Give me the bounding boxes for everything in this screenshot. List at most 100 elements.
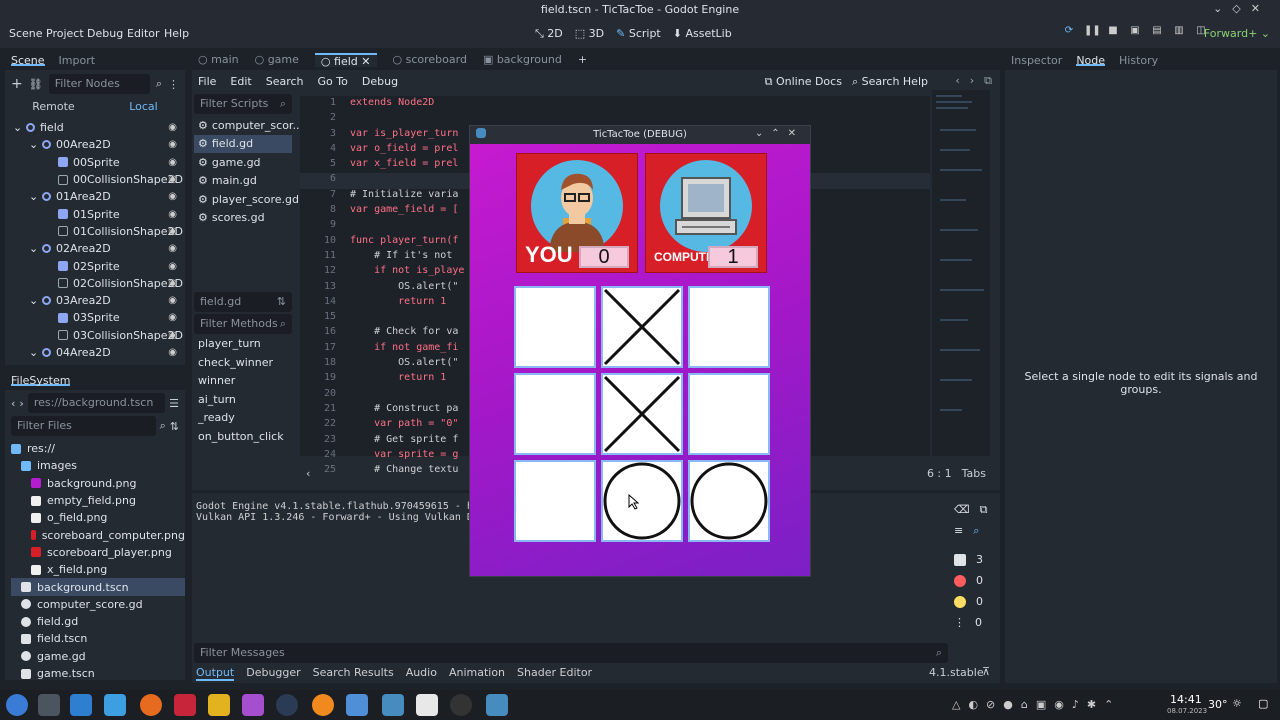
visibility-icon[interactable]: ◉ <box>168 330 177 341</box>
link-icon[interactable]: ⛓ <box>29 78 43 91</box>
scene-tree-item[interactable]: 02CollisionShape2D ◉ <box>5 275 185 292</box>
visibility-icon[interactable]: ◉ <box>168 209 177 220</box>
filter-nodes-input[interactable]: Filter Nodes <box>48 74 150 94</box>
visibility-icon[interactable]: ◉ <box>168 226 177 237</box>
filter-warnings-toggle[interactable]: 0 <box>954 591 994 612</box>
bottom-tab[interactable]: Search Results <box>313 666 394 681</box>
filter-messages-input[interactable]: Filter Messages <box>200 646 285 660</box>
tab-node[interactable]: Node <box>1076 54 1106 67</box>
menu-scene[interactable]: Scene <box>9 27 43 40</box>
mode-3d[interactable]: ⬚ 3D <box>575 27 604 41</box>
scene-tree-item[interactable]: 03Sprite ◉ <box>5 309 185 326</box>
sort-icon[interactable]: ⇅ <box>277 295 286 309</box>
tab-inspector[interactable]: Inspector <box>1011 54 1062 67</box>
scene-tree-item[interactable]: 00CollisionShape2D ◉ <box>5 171 185 188</box>
add-tab-icon[interactable]: + <box>578 53 587 67</box>
bottom-tab[interactable]: Output <box>196 666 235 681</box>
filter-messages-toggle[interactable]: 3 <box>954 549 994 570</box>
visibility-icon[interactable]: ◉ <box>168 122 177 133</box>
chevron-down-icon[interactable]: ⌄ <box>29 294 38 307</box>
method-item[interactable]: on_button_click <box>194 430 292 449</box>
firefox-icon[interactable] <box>140 694 162 716</box>
menu-help[interactable]: Help <box>164 27 189 40</box>
script-item[interactable]: ⚙ player_score.gd <box>194 190 299 209</box>
blender-icon[interactable] <box>312 694 334 716</box>
document-icon[interactable] <box>416 694 438 716</box>
scene-tree-item[interactable]: 01Sprite ◉ <box>5 205 185 222</box>
visibility-icon[interactable]: ◉ <box>168 278 177 289</box>
scene-tree-item[interactable]: ⌄ 01Area2D ◉ <box>5 188 185 205</box>
editor-tab-game[interactable]: ○ game <box>255 53 299 67</box>
shield-icon[interactable] <box>346 694 368 716</box>
chevron-down-icon[interactable]: ⌄ <box>29 138 38 151</box>
script-item[interactable]: ⚙ field.gd <box>194 134 292 153</box>
scene-tree-item[interactable]: 01CollisionShape2D ◉ <box>5 223 185 240</box>
visibility-icon[interactable]: ◉ <box>168 139 177 150</box>
file-item[interactable]: scoreboard_computer.png <box>11 526 185 543</box>
scene-tree-item[interactable]: ⌄ 04Area2D ◉ <box>5 344 185 361</box>
script-item[interactable]: ⚙ game.gd <box>194 153 292 172</box>
script-menu-item[interactable]: Search <box>266 75 304 88</box>
bottom-tab[interactable]: Shader Editor <box>517 666 592 681</box>
bottom-tab[interactable]: Animation <box>449 666 505 681</box>
collapse-icon[interactable]: ≡ <box>954 524 963 537</box>
editor-tab-field[interactable]: ○ field ✕ <box>314 53 377 68</box>
store-icon[interactable] <box>70 694 92 716</box>
visibility-icon[interactable]: ◉ <box>168 261 177 272</box>
sort-icon[interactable]: ⇅ <box>170 420 179 433</box>
search-icon[interactable]: ⌕ <box>973 524 979 538</box>
menu-editor[interactable]: Editor <box>127 27 160 40</box>
filter-scripts-input[interactable]: Filter Scripts <box>200 97 268 111</box>
sun-icon[interactable]: ☼ <box>1232 697 1242 710</box>
editor-tab-main[interactable]: ○ main <box>198 53 239 67</box>
tab-history[interactable]: History <box>1119 54 1158 67</box>
chevron-down-icon[interactable]: ⌄ <box>29 346 38 359</box>
board-cell[interactable] <box>514 460 596 542</box>
menu-dots-icon[interactable]: ⋮ <box>168 78 179 91</box>
game-window-controls[interactable]: ⌄⌃✕ <box>755 128 804 139</box>
script-item[interactable]: ⚙ main.gd <box>194 172 292 191</box>
app-icon[interactable] <box>174 694 196 716</box>
file-item[interactable]: game.tscn <box>11 665 185 682</box>
float-icon[interactable]: ⧉ <box>984 74 992 88</box>
menu-project[interactable]: Project <box>46 27 84 40</box>
window-controls[interactable]: ⌄◇✕ <box>1213 2 1270 15</box>
filter-files-input[interactable]: Filter Files <box>11 416 156 436</box>
file-item[interactable]: computer_score.gd <box>11 596 185 613</box>
local-tab[interactable]: Local <box>129 100 158 113</box>
path-field[interactable]: res://background.tscn <box>27 393 166 413</box>
mode-script[interactable]: ✎ Script <box>616 27 661 41</box>
play-custom-icon[interactable]: ▥ <box>1172 25 1186 39</box>
search-help-link[interactable]: ⌕ Search Help <box>852 75 928 89</box>
script-menu-item[interactable]: Edit <box>230 75 251 88</box>
scene-tree-item[interactable]: 03CollisionShape2D ◉ <box>5 327 185 344</box>
layers-icon[interactable] <box>208 694 230 716</box>
editor-tab-background[interactable]: ▣ background <box>483 53 562 67</box>
file-item[interactable]: images <box>11 457 185 474</box>
scene-tree-item[interactable]: ⌄ 03Area2D ◉ <box>5 292 185 309</box>
script-item[interactable]: ⚙ computer_scor... <box>194 116 303 135</box>
chevron-down-icon[interactable]: ⌄ <box>29 190 38 203</box>
pin-icon[interactable]: ⊼ <box>982 665 990 678</box>
visibility-icon[interactable]: ◉ <box>168 295 177 306</box>
method-item[interactable]: check_winner <box>194 356 292 375</box>
board-cell[interactable] <box>514 373 596 455</box>
layout-icon[interactable]: ☰ <box>169 397 179 410</box>
file-item[interactable]: x_field.png <box>11 561 185 578</box>
mode-assetlib[interactable]: ⬇ AssetLib <box>673 27 732 41</box>
collapse-left-icon[interactable]: ‹ <box>306 467 310 480</box>
script-menu-item[interactable]: Debug <box>362 75 398 88</box>
renderer-select[interactable]: Forward+ ⌄ <box>1204 27 1270 40</box>
visibility-icon[interactable]: ◉ <box>168 347 177 358</box>
add-node-icon[interactable]: + <box>11 76 23 92</box>
bottom-tab[interactable]: Debugger <box>246 666 300 681</box>
board-cell[interactable] <box>601 286 683 368</box>
reload-icon[interactable]: ⟳ <box>1062 25 1076 39</box>
remote-tab[interactable]: Remote <box>32 100 74 113</box>
file-item[interactable]: background.png <box>11 475 185 492</box>
filter-errors-toggle[interactable]: 0 <box>954 570 994 591</box>
visibility-icon[interactable]: ◉ <box>168 312 177 323</box>
visibility-icon[interactable]: ◉ <box>168 243 177 254</box>
scene-tree-item[interactable]: 02Sprite ◉ <box>5 257 185 274</box>
chevron-right-icon[interactable]: › <box>970 74 974 88</box>
